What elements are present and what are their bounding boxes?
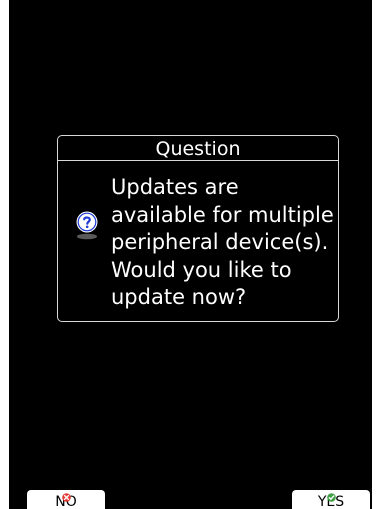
green-check-icon (326, 486, 336, 502)
dialog-title: Question (58, 136, 338, 161)
question-icon (75, 211, 99, 241)
red-x-icon (61, 486, 71, 502)
device-screen: Question Updates are available for multi… (9, 0, 372, 509)
no-button[interactable]: NO (27, 490, 105, 509)
question-dialog: Question Updates are available for multi… (57, 135, 339, 322)
yes-button[interactable]: YES (292, 490, 370, 509)
dialog-message: Updates are available for multiple perip… (111, 175, 334, 309)
